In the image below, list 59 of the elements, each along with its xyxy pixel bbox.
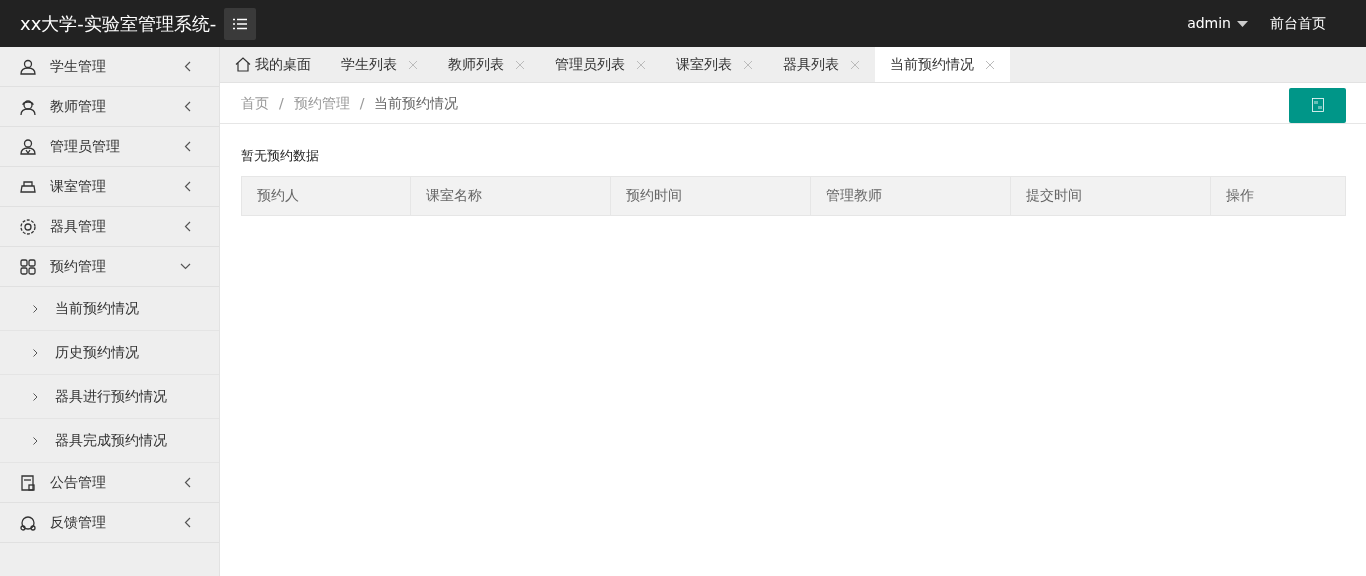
close-icon[interactable] (408, 59, 418, 70)
submenu-item[interactable]: 当前预约情况 (0, 287, 219, 331)
tab[interactable]: 教师列表 (433, 47, 540, 82)
column-header: 预约人 (256, 186, 300, 205)
refresh-button[interactable] (1289, 87, 1346, 123)
menu-icon (233, 17, 248, 30)
breadcrumb-separator: / (359, 93, 365, 113)
sidebar-item[interactable]: 教师管理 (0, 87, 219, 127)
tab[interactable]: 器具列表 (768, 47, 875, 82)
home-icon (235, 57, 251, 72)
chevron-left-icon (184, 221, 191, 232)
frontend-home-link[interactable]: 前台首页 (1270, 13, 1326, 34)
breadcrumb-separator: / (279, 93, 284, 113)
sidebar-item[interactable]: 课室管理 (0, 167, 219, 207)
grid-icon (19, 257, 37, 276)
gear-icon (19, 217, 37, 236)
sidebar-item[interactable]: 器具管理 (0, 207, 219, 247)
document-icon (19, 473, 37, 492)
column-header: 提交时间 (1010, 176, 1210, 215)
sidebar-item[interactable]: 预约管理 (0, 247, 219, 287)
tab[interactable]: 我的桌面 (220, 47, 326, 82)
submenu-item[interactable]: 器具进行预约情况 (0, 375, 219, 419)
submenu-item[interactable]: 历史预约情况 (0, 331, 219, 375)
column-header: 管理教师 (810, 176, 1010, 215)
tab[interactable]: 管理员列表 (540, 47, 661, 82)
sidebar-item[interactable]: 管理员管理 (0, 127, 219, 167)
submenu-item[interactable]: 器具完成预约情况 (0, 419, 219, 463)
tab[interactable]: 学生列表 (326, 47, 433, 82)
empty-message: 暂无预约数据 (241, 147, 320, 165)
sidebar-item[interactable]: 反馈管理 (0, 503, 219, 543)
caret-down-icon (1237, 20, 1248, 27)
chevron-left-icon (184, 477, 191, 488)
chevron-right-icon (33, 436, 38, 445)
user-icon (19, 57, 37, 76)
chevron-right-icon (33, 348, 38, 357)
user-menu[interactable]: admin (1187, 13, 1248, 34)
close-icon[interactable] (850, 59, 860, 70)
chevron-right-icon (33, 392, 38, 401)
tab[interactable]: 当前预约情况 (875, 47, 1010, 82)
close-icon[interactable] (743, 59, 753, 70)
close-icon[interactable] (515, 59, 525, 70)
tab[interactable]: 课室列表 (661, 47, 768, 82)
chevron-right-icon (33, 304, 38, 313)
sidebar-item[interactable]: 学生管理 (0, 47, 219, 87)
close-icon[interactable] (985, 59, 995, 70)
chevron-left-icon (184, 181, 191, 192)
column-header: 操作 (1210, 176, 1345, 215)
chevron-down-icon (180, 263, 191, 270)
chevron-left-icon (184, 101, 191, 112)
chevron-left-icon (184, 141, 191, 152)
sidebar-item[interactable]: 公告管理 (0, 463, 219, 503)
column-header: 课室名称 (410, 176, 610, 215)
menu-toggle-button[interactable] (224, 7, 257, 40)
app-title: xx大学-实验室管理系统- (20, 12, 217, 36)
close-icon[interactable] (636, 59, 646, 70)
chevron-left-icon (184, 61, 191, 72)
column-header: 预约时间 (610, 176, 810, 215)
breadcrumb-current: 当前预约情况 (374, 93, 459, 113)
chevron-left-icon (184, 517, 191, 528)
